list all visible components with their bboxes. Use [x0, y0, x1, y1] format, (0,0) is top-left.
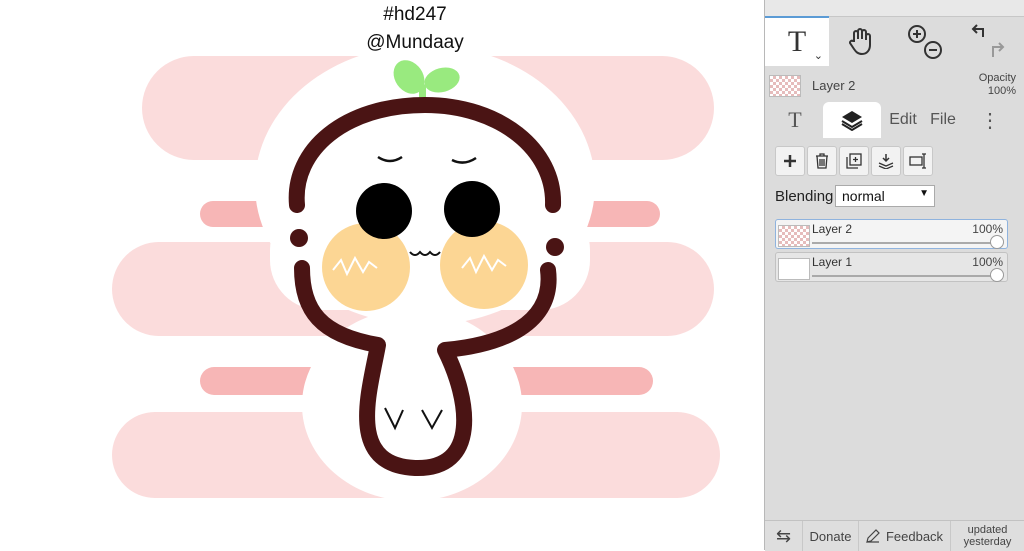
delete-layer-button[interactable]: [807, 146, 837, 176]
tab-text[interactable]: T: [769, 102, 821, 138]
layers-icon: [841, 111, 863, 131]
opacity-slider-track[interactable]: [812, 275, 995, 277]
blending-select[interactable]: normal ▼: [835, 185, 935, 207]
zoom-in-out-icon: [908, 25, 942, 59]
layer-thumbnail: [778, 225, 810, 247]
hand-icon: [849, 28, 871, 55]
blending-value: normal: [842, 188, 885, 204]
layer-row[interactable]: Layer 1 100%: [775, 252, 1008, 282]
updated-line2: yesterday: [963, 536, 1012, 548]
add-layer-button[interactable]: [775, 146, 805, 176]
blending-label: Blending: [775, 188, 834, 205]
rename-layer-button[interactable]: [903, 146, 933, 176]
tab-edit[interactable]: Edit: [883, 102, 923, 138]
artwork-image: [112, 45, 720, 501]
current-layer-info: Layer 2 Opacity 100%: [765, 68, 1024, 102]
opacity-value: 100%: [987, 85, 1016, 97]
layer-thumbnail: [769, 75, 801, 97]
chevron-down-icon[interactable]: ⌄: [814, 49, 823, 62]
layer-name: Layer 2: [812, 222, 853, 236]
pencil-icon: [866, 529, 880, 543]
add-layer-icon: [784, 155, 796, 167]
layer-row[interactable]: Layer 2 100%: [775, 219, 1008, 249]
undo-redo-button[interactable]: [957, 16, 1021, 66]
dropdown-arrow-icon: ▼: [919, 188, 929, 199]
duplicate-layer-icon: [846, 153, 862, 169]
opacity-slider-knob[interactable]: [990, 268, 1004, 282]
opacity-slider-track[interactable]: [812, 242, 995, 244]
current-layer-name: Layer 2: [812, 78, 856, 93]
drawing-canvas[interactable]: #hd247 @Mundaay: [0, 0, 764, 550]
donate-link[interactable]: Donate: [803, 521, 859, 551]
layer-opacity: 100%: [972, 255, 1003, 269]
more-menu-icon[interactable]: ⋮: [975, 102, 1005, 138]
panel-footer: ⇆ Donate Feedback updated yesterday: [765, 520, 1024, 551]
merge-down-icon: [878, 154, 894, 169]
opacity-readout[interactable]: Opacity 100%: [979, 72, 1016, 98]
artwork-handle: @Mundaay: [366, 32, 464, 53]
duplicate-layer-button[interactable]: [839, 146, 869, 176]
zoom-tool-button[interactable]: [893, 16, 957, 66]
rename-layer-icon: [909, 153, 926, 169]
artwork-hashtag: #hd247: [383, 4, 447, 25]
swap-panel-icon[interactable]: ⇆: [765, 521, 803, 551]
tab-file[interactable]: File: [925, 102, 961, 138]
side-panel: T ⌄ Layer 2 Opacity 100% T Edit File ⋮ B…: [764, 0, 1024, 551]
text-icon: T: [787, 25, 807, 58]
tab-layers[interactable]: [823, 102, 881, 138]
panel-tabs: T Edit File ⋮: [765, 102, 1024, 138]
text-tool-button[interactable]: T ⌄: [765, 16, 829, 66]
opacity-label: Opacity: [978, 72, 1016, 84]
merge-down-button[interactable]: [871, 146, 901, 176]
tool-row: T ⌄: [765, 16, 1024, 66]
feedback-label: Feedback: [885, 528, 944, 544]
updated-status: updated yesterday: [951, 521, 1024, 551]
delete-layer-icon: [816, 153, 828, 169]
hand-tool-button[interactable]: [829, 16, 893, 66]
right-eye: [444, 181, 500, 237]
left-eye: [356, 183, 412, 239]
layer-opacity: 100%: [972, 222, 1003, 236]
panel-top-strip: [765, 0, 1024, 17]
layer-thumbnail: [778, 258, 810, 280]
opacity-slider-knob[interactable]: [990, 235, 1004, 249]
updated-line1: updated: [967, 524, 1008, 536]
feedback-link[interactable]: Feedback: [859, 521, 951, 551]
undo-redo-icon: [971, 24, 1005, 57]
layer-name: Layer 1: [812, 255, 853, 269]
